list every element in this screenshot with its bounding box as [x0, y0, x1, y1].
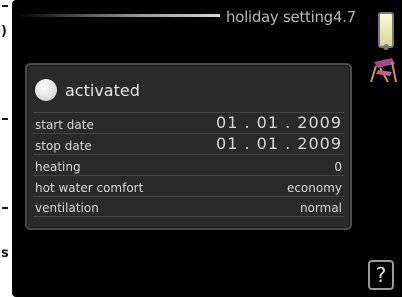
- bezel-mark: ): [1, 24, 7, 39]
- title-text: holiday setting: [226, 8, 333, 26]
- thermometer-icon: [378, 12, 394, 50]
- bezel-tick: [2, 118, 8, 120]
- menu-number: 4.7: [332, 8, 356, 26]
- help-button[interactable]: ?: [368, 260, 394, 290]
- activated-label: activated: [65, 80, 140, 100]
- heating-value[interactable]: 0: [334, 160, 342, 174]
- setting-label: hot water comfort: [35, 181, 144, 195]
- radio-button-icon[interactable]: [35, 79, 57, 101]
- bezel-tick: [2, 207, 8, 209]
- hot-water-comfort-value[interactable]: economy: [287, 181, 342, 195]
- stop-date-row[interactable]: stop date 01 . 01 . 2009: [33, 133, 344, 154]
- bezel-mark: s: [1, 246, 9, 261]
- setting-label: start date: [35, 118, 94, 132]
- ventilation-row[interactable]: ventilation normal: [33, 196, 344, 217]
- title-rule: [20, 14, 220, 17]
- hot-water-comfort-row[interactable]: hot water comfort economy: [33, 175, 344, 196]
- screen-title: holiday setting4.7: [226, 8, 356, 26]
- deckchair-icon: [370, 58, 397, 83]
- start-date-row[interactable]: start date 01 . 01 . 2009: [33, 112, 344, 133]
- setting-label: heating: [35, 160, 81, 174]
- start-date-value[interactable]: 01 . 01 . 2009: [216, 113, 342, 132]
- bezel-tick: [2, 5, 8, 7]
- settings-list: start date 01 . 01 . 2009 stop date 01 .…: [33, 112, 344, 217]
- heating-row[interactable]: heating 0: [33, 154, 344, 175]
- ventilation-value[interactable]: normal: [300, 201, 342, 215]
- holiday-settings-panel: activated start date 01 . 01 . 2009 stop…: [25, 63, 352, 230]
- stop-date-value[interactable]: 01 . 01 . 2009: [216, 134, 342, 153]
- activated-toggle[interactable]: activated: [35, 77, 140, 103]
- help-icon: ?: [375, 263, 387, 287]
- setting-label: stop date: [35, 139, 92, 153]
- setting-label: ventilation: [35, 201, 99, 215]
